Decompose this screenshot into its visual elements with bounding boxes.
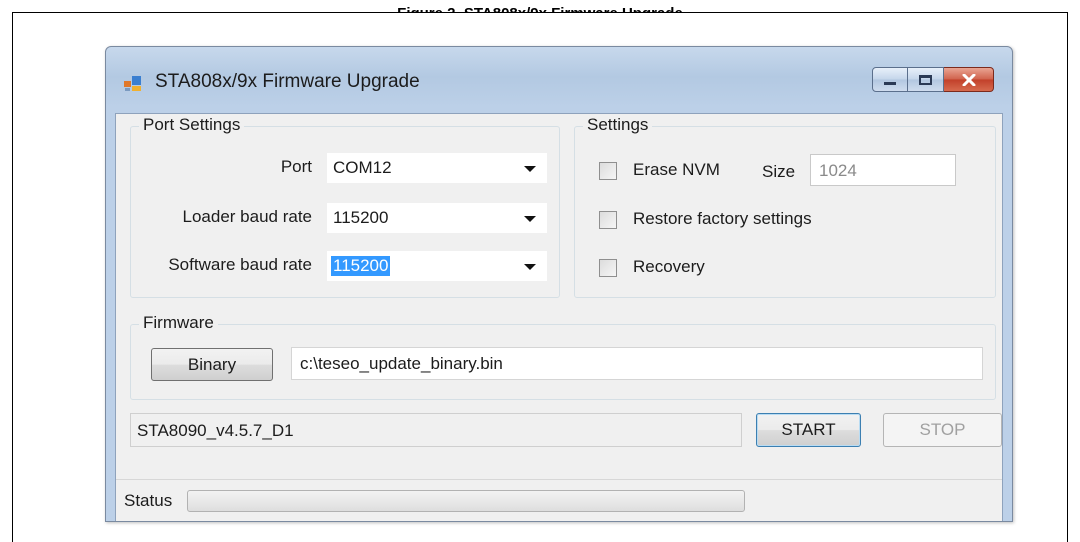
maximize-icon — [919, 74, 932, 85]
window-title: STA808x/9x Firmware Upgrade — [155, 71, 420, 92]
size-input[interactable]: 1024 — [810, 154, 956, 186]
port-combo[interactable]: COM12 — [327, 153, 547, 183]
close-button[interactable] — [944, 67, 994, 92]
loader-baud-value: 115200 — [333, 208, 389, 227]
firmware-path-value: c:\teseo_update_binary.bin — [300, 354, 503, 373]
port-label: Port — [280, 157, 312, 176]
version-field: STA8090_v4.5.7_D1 — [130, 413, 742, 447]
port-settings-label: Port Settings — [139, 115, 245, 135]
loader-baud-combo[interactable]: 115200 — [327, 203, 547, 233]
start-button[interactable]: START — [756, 413, 861, 447]
client-area: Port Settings Port COM12 Loader baud rat… — [115, 113, 1003, 521]
settings-group: Settings Erase NVM Size 1024 Restore fac… — [574, 115, 996, 298]
figure-caption: Figure 2. STA808x/9x Firmware Upgrade — [13, 0, 1067, 12]
port-settings-group: Port Settings Port COM12 Loader baud rat… — [130, 115, 560, 298]
size-label: Size — [762, 162, 796, 181]
erase-nvm-label: Erase NVM — [633, 160, 720, 179]
firmware-path-input[interactable]: c:\teseo_update_binary.bin — [291, 347, 983, 380]
minimize-icon — [884, 82, 896, 85]
port-value: COM12 — [333, 158, 392, 177]
recovery-checkbox[interactable] — [599, 259, 617, 277]
restore-factory-checkbox[interactable] — [599, 211, 617, 229]
restore-factory-label: Restore factory settings — [633, 209, 812, 228]
firmware-label: Firmware — [139, 313, 218, 333]
chevron-down-icon — [524, 216, 536, 222]
title-bar[interactable]: STA808x/9x Firmware Upgrade — [106, 47, 1012, 113]
recovery-label: Recovery — [633, 257, 705, 276]
window-controls — [872, 67, 994, 92]
chevron-down-icon — [524, 166, 536, 172]
version-value: STA8090_v4.5.7_D1 — [137, 421, 294, 440]
status-label: Status — [124, 491, 173, 510]
app-window: STA808x/9x Firmware Upgrade Port Setting… — [105, 46, 1013, 522]
erase-nvm-checkbox[interactable] — [599, 162, 617, 180]
app-icon — [123, 74, 143, 92]
binary-button[interactable]: Binary — [151, 348, 273, 381]
software-baud-combo[interactable]: 115200 — [327, 251, 547, 281]
size-value: 1024 — [819, 161, 857, 180]
status-bar: Status — [116, 479, 1002, 521]
maximize-button[interactable] — [908, 67, 944, 92]
minimize-button[interactable] — [872, 67, 908, 92]
figure-frame: Figure 2. STA808x/9x Firmware Upgrade ST… — [12, 5, 1068, 542]
loader-baud-label: Loader baud rate — [182, 207, 313, 226]
chevron-down-icon — [524, 264, 536, 270]
status-progress-bar — [187, 490, 745, 512]
software-baud-label: Software baud rate — [168, 255, 312, 274]
stop-button[interactable]: STOP — [883, 413, 1002, 447]
close-icon — [962, 73, 975, 86]
settings-label: Settings — [583, 115, 653, 135]
software-baud-value: 115200 — [331, 256, 391, 276]
firmware-group: Firmware Binary c:\teseo_update_binary.b… — [130, 313, 996, 400]
